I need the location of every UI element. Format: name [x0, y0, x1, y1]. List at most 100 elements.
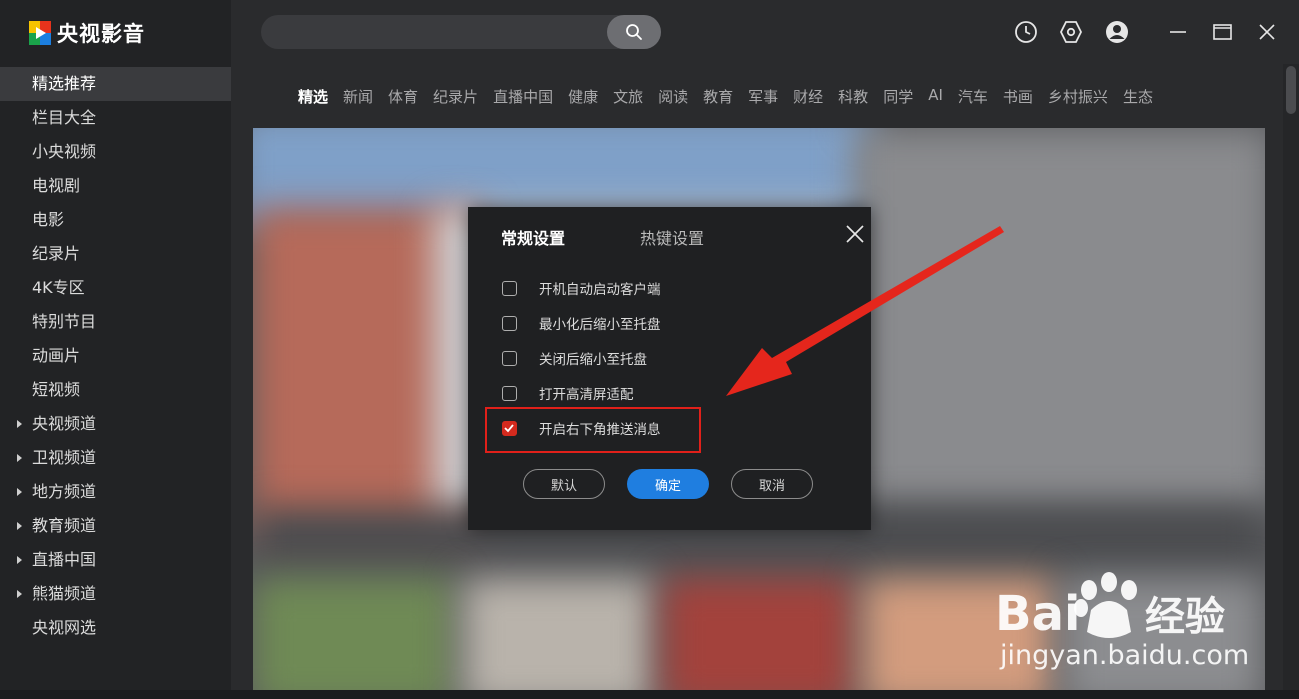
tab-general-settings[interactable]: 常规设置 — [501, 225, 565, 249]
history-icon[interactable] — [1014, 20, 1038, 44]
caret-right-icon — [17, 454, 22, 462]
sidebar-item-label: 精选推荐 — [32, 74, 97, 93]
sidebar-item-label: 小央视频 — [32, 142, 97, 161]
checkbox[interactable] — [502, 350, 517, 366]
default-button[interactable]: 默认 — [523, 469, 605, 499]
sidebar-item-label: 熊猫频道 — [32, 584, 97, 603]
annotation-arrow-icon — [726, 226, 1004, 396]
checkbox[interactable] — [502, 315, 517, 331]
caret-right-icon — [17, 488, 22, 496]
caret-right-icon — [17, 556, 22, 564]
cancel-button[interactable]: 取消 — [731, 469, 813, 499]
category-tab[interactable]: 体育 — [388, 86, 418, 106]
watermark-url: jingyan.baidu.com — [1000, 640, 1250, 671]
sidebar-item[interactable]: 熊猫频道 — [0, 577, 231, 611]
sidebar-item-label: 特别节目 — [32, 312, 97, 331]
caret-right-icon — [17, 590, 22, 598]
sidebar-item[interactable]: 小央视频 — [0, 135, 231, 169]
sidebar-item-label: 动画片 — [32, 346, 81, 365]
blurred-thumb-1 — [253, 578, 453, 699]
category-tab[interactable]: 财经 — [793, 86, 823, 106]
category-tab[interactable]: 纪录片 — [433, 86, 478, 106]
sidebar-item[interactable]: 特别节目 — [0, 305, 231, 339]
blurred-thumb-2 — [463, 578, 653, 699]
sidebar-item-label: 电视剧 — [32, 176, 81, 195]
scrollbar-track[interactable] — [1283, 64, 1299, 699]
caret-right-icon — [17, 522, 22, 530]
option-label: 关闭后缩小至托盘 — [539, 352, 647, 368]
option-label: 最小化后缩小至托盘 — [539, 317, 661, 333]
category-tab[interactable]: 乡村振兴 — [1048, 86, 1108, 106]
sidebar-item[interactable]: 地方频道 — [0, 475, 231, 509]
search-button[interactable] — [607, 15, 661, 49]
sidebar-item[interactable]: 电视剧 — [0, 169, 231, 203]
scrollbar-thumb[interactable] — [1286, 66, 1296, 114]
sidebar-item[interactable]: 电影 — [0, 203, 231, 237]
checkbox[interactable] — [502, 280, 517, 296]
checkbox[interactable] — [502, 385, 517, 401]
close-icon[interactable] — [1255, 20, 1279, 44]
option-label: 打开高清屏适配 — [539, 387, 634, 403]
app-name: 央视影音 — [57, 22, 145, 46]
sidebar-item[interactable]: 短视频 — [0, 373, 231, 407]
category-tab[interactable]: 文旅 — [613, 86, 643, 106]
category-tab[interactable]: 教育 — [703, 86, 733, 106]
confirm-button[interactable]: 确定 — [627, 469, 709, 499]
sidebar-item[interactable]: 动画片 — [0, 339, 231, 373]
sidebar-item[interactable]: 4K专区 — [0, 271, 231, 305]
svg-text:Bai: Bai — [995, 586, 1080, 642]
category-tab[interactable]: 军事 — [748, 86, 778, 106]
category-tab[interactable]: 阅读 — [658, 86, 688, 106]
sidebar: 央视影音 精选推荐栏目大全小央视频电视剧电影纪录片 4K专区特别节目动画片短视频央… — [0, 0, 231, 699]
category-tab[interactable]: 汽车 — [958, 86, 988, 106]
search-icon — [626, 24, 642, 40]
svg-text:经验: 经验 — [1145, 594, 1225, 640]
minimize-icon[interactable] — [1166, 20, 1190, 44]
settings-icon[interactable] — [1059, 20, 1083, 44]
sidebar-item-label: 栏目大全 — [32, 108, 97, 127]
category-tab[interactable]: 新闻 — [343, 86, 373, 106]
sidebar-item-label: 电影 — [32, 210, 65, 229]
sidebar-item-label: 教育频道 — [32, 516, 97, 535]
tab-hotkey-settings[interactable]: 热键设置 — [640, 225, 704, 249]
sidebar-item-label: 卫视频道 — [32, 448, 97, 467]
bottom-edge — [0, 690, 1299, 699]
settings-option[interactable]: 关闭后缩小至托盘 — [502, 348, 647, 368]
sidebar-item-label: 纪录片 — [32, 244, 81, 263]
sidebar-item[interactable]: 卫视频道 — [0, 441, 231, 475]
sidebar-item[interactable]: 纪录片 — [0, 237, 231, 271]
sidebar-item-label: 央视网选 — [32, 618, 97, 637]
sidebar-nav: 精选推荐栏目大全小央视频电视剧电影纪录片 4K专区特别节目动画片短视频央视频道卫视… — [0, 67, 231, 645]
sidebar-item[interactable]: 精选推荐 — [0, 67, 231, 101]
category-tab[interactable]: 健康 — [568, 86, 598, 106]
sidebar-item-label: 央视频道 — [32, 414, 97, 433]
category-tabs: 精选 新闻 体育 纪录片 直播中国 健康 文旅 阅读 教育 军事 财经 科教 同学 AI 汽车 书画 乡村振兴生… — [298, 86, 1168, 106]
settings-option[interactable]: 开机自动启动客户端 — [502, 278, 661, 298]
annotation-highlight-box — [485, 407, 701, 453]
sidebar-item[interactable]: 教育频道 — [0, 509, 231, 543]
sidebar-item[interactable]: 央视频道 — [0, 407, 231, 441]
user-avatar-icon[interactable] — [1105, 20, 1129, 44]
logo-icon — [29, 21, 51, 45]
sidebar-item[interactable]: 栏目大全 — [0, 101, 231, 135]
app-logo: 央视影音 — [29, 19, 145, 47]
category-tab[interactable]: 同学 — [883, 86, 913, 106]
category-tab[interactable]: 生态 — [1123, 86, 1153, 106]
category-tab[interactable]: 书画 — [1003, 86, 1033, 106]
sidebar-item[interactable]: 直播中国 — [0, 543, 231, 577]
settings-option[interactable]: 打开高清屏适配 — [502, 383, 634, 403]
sidebar-item-label: 4K专区 — [32, 278, 85, 297]
search-bar[interactable] — [261, 15, 661, 49]
category-tab[interactable]: 科教 — [838, 86, 868, 106]
maximize-icon[interactable] — [1210, 20, 1234, 44]
category-tab[interactable]: 精选 — [298, 86, 328, 106]
option-label: 开机自动启动客户端 — [539, 282, 661, 298]
top-bar — [231, 0, 1299, 64]
caret-right-icon — [17, 420, 22, 428]
sidebar-item-label: 地方频道 — [32, 482, 97, 501]
app-window: 央视影音 精选推荐 栏目大全 小央视频 电视剧 电影 纪录片 4K专区 特别节目 动画片 短视频央… — [0, 0, 1299, 699]
sidebar-item[interactable]: 央视网选 — [0, 611, 231, 645]
category-tab[interactable]: 直播中国 — [493, 86, 553, 106]
category-tab[interactable]: AI — [928, 86, 943, 106]
settings-option[interactable]: 最小化后缩小至托盘 — [502, 313, 661, 333]
